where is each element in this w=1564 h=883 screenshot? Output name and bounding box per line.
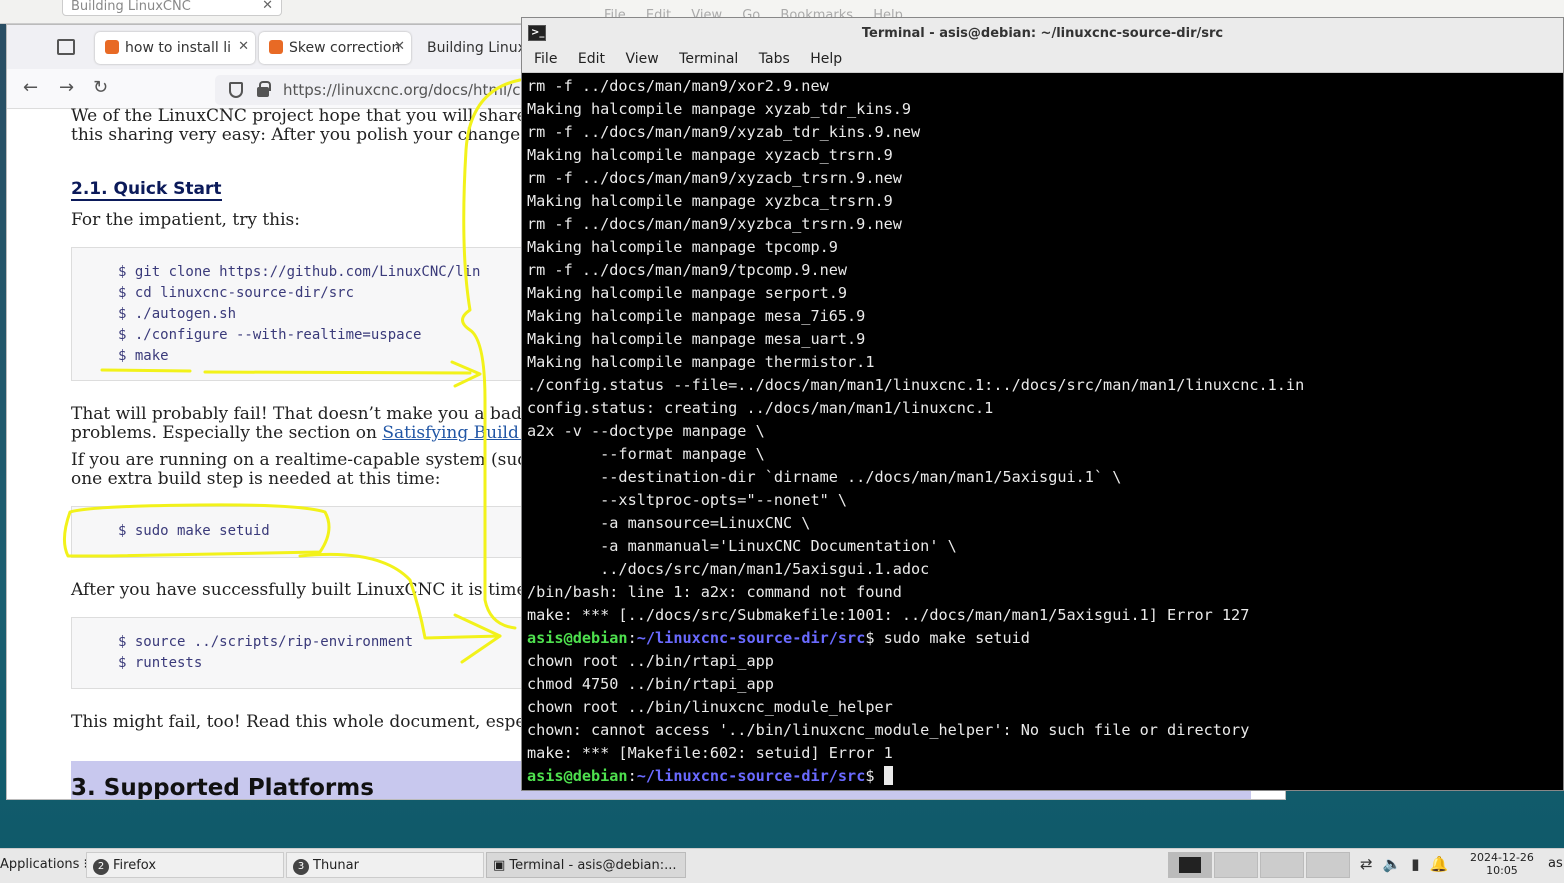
taskbar-terminal[interactable]: ▣ Terminal - asis@debian:... bbox=[486, 852, 686, 878]
menu-tabs[interactable]: Tabs bbox=[759, 51, 790, 67]
network-icon[interactable]: ⇄ bbox=[1360, 855, 1383, 873]
after-built-text: After you have successfully built LinuxC… bbox=[71, 580, 549, 600]
system-tray: ⇄🔈▮🔔 bbox=[1360, 855, 1458, 873]
realtime-text: If you are running on a realtime-capable… bbox=[71, 450, 554, 470]
close-icon[interactable]: ✕ bbox=[262, 0, 273, 13]
menu-help[interactable]: Help bbox=[810, 51, 842, 67]
realtime-text: one extra build step is needed at this t… bbox=[71, 469, 441, 489]
battery-icon[interactable]: ▮ bbox=[1411, 855, 1429, 873]
clock[interactable]: 2024-12-26 10:05 bbox=[1470, 851, 1534, 877]
output-line: --xsltproc-opts="--nonet" \ bbox=[527, 491, 848, 509]
close-icon[interactable]: ✕ bbox=[238, 39, 249, 54]
workspace-2[interactable] bbox=[1214, 852, 1258, 878]
prompt-user: asis@debian bbox=[527, 767, 628, 785]
lock-icon[interactable] bbox=[257, 81, 271, 97]
output-line: config.status: creating ../docs/man/man1… bbox=[527, 399, 994, 417]
user-menu[interactable]: as bbox=[1548, 856, 1563, 871]
terminal-menubar: File Edit View Terminal Tabs Help bbox=[522, 48, 1563, 73]
output-line: make: *** [Makefile:602: setuid] Error 1 bbox=[527, 744, 893, 762]
output-line: Making halcompile manpage xyzab_tdr_kins… bbox=[527, 100, 912, 118]
quick-start-heading[interactable]: 2.1. Quick Start bbox=[71, 179, 222, 201]
prompt-line: asis@debian:~/linuxcnc-source-dir/src$ s… bbox=[527, 629, 1030, 647]
fail-text: That will probably fail! That doesn’t ma… bbox=[71, 404, 557, 424]
output-line: -a mansource=LinuxCNC \ bbox=[527, 514, 811, 532]
output-line: rm -f ../docs/man/man9/xyzbca_trsrn.9.ne… bbox=[527, 215, 902, 233]
output-line: make: *** [../docs/src/Submakefile:1001:… bbox=[527, 606, 1250, 624]
output-line: -a manmanual='LinuxCNC Documentation' \ bbox=[527, 537, 957, 555]
output-line: Making halcompile manpage tpcomp.9 bbox=[527, 238, 838, 256]
forward-arrow-icon[interactable]: → bbox=[59, 77, 74, 98]
output-line: Making halcompile manpage xyzbca_trsrn.9 bbox=[527, 192, 893, 210]
output-line: rm -f ../docs/man/man9/xor2.9.new bbox=[527, 77, 829, 95]
menu-terminal[interactable]: Terminal bbox=[679, 51, 738, 67]
close-icon[interactable]: ✕ bbox=[394, 39, 405, 54]
prompt-path: ~/linuxcnc-source-dir/src bbox=[636, 767, 866, 785]
menu-edit[interactable]: Edit bbox=[578, 51, 605, 67]
terminal-icon: ▣ bbox=[493, 858, 510, 873]
terminal-window: >_ Terminal - asis@debian: ~/linuxcnc-so… bbox=[521, 17, 1564, 791]
output-line: ./config.status --file=../docs/man/man1/… bbox=[527, 376, 1305, 394]
intro-text: We of the LinuxCNC project hope that you… bbox=[71, 106, 552, 126]
terminal-titlebar[interactable]: >_ Terminal - asis@debian: ~/linuxcnc-so… bbox=[522, 18, 1563, 48]
prompt-path: ~/linuxcnc-source-dir/src bbox=[636, 629, 866, 647]
output-line: Making halcompile manpage thermistor.1 bbox=[527, 353, 875, 371]
thunar-icon: 3 bbox=[293, 859, 309, 875]
workspace-3[interactable] bbox=[1260, 852, 1304, 878]
terminal-output[interactable]: rm -f ../docs/man/man9/xor2.9.new Making… bbox=[527, 75, 1562, 789]
tab-skew-correction[interactable]: Skew correction ✕ bbox=[259, 32, 411, 64]
output-line: chown root ../bin/linuxcnc_module_helper bbox=[527, 698, 893, 716]
back-arrow-icon[interactable]: ← bbox=[23, 77, 38, 98]
tab-list-icon[interactable] bbox=[57, 39, 75, 55]
output-line: chown root ../bin/rtapi_app bbox=[527, 652, 774, 670]
output-line: chmod 4750 ../bin/rtapi_app bbox=[527, 675, 774, 693]
intro-text: this sharing very easy: After you polish… bbox=[71, 125, 553, 145]
menu-view[interactable]: View bbox=[625, 51, 658, 67]
impatient-text: For the impatient, try this: bbox=[71, 210, 301, 230]
output-line: --format manpage \ bbox=[527, 445, 765, 463]
prompt-line[interactable]: asis@debian:~/linuxcnc-source-dir/src$ bbox=[527, 765, 1562, 788]
output-line: /bin/bash: line 1: a2x: command not foun… bbox=[527, 583, 902, 601]
output-line: --destination-dir `dirname ../docs/man/m… bbox=[527, 468, 1122, 486]
text-cursor bbox=[883, 766, 893, 785]
output-line: chown: cannot access '../bin/linuxcnc_mo… bbox=[527, 721, 1250, 739]
notification-bell-icon[interactable]: 🔔 bbox=[1430, 855, 1459, 873]
joomla-icon bbox=[105, 40, 119, 54]
output-line: Making halcompile manpage serport.9 bbox=[527, 284, 848, 302]
fail-text: problems. Especially the section on Sati… bbox=[71, 423, 548, 443]
applications-menu[interactable]: Applications ⁝ bbox=[0, 852, 94, 878]
terminal-icon bbox=[1179, 857, 1201, 873]
shield-icon[interactable] bbox=[229, 82, 243, 98]
command-text: sudo make setuid bbox=[874, 629, 1030, 647]
tab-building-linuxcnc[interactable]: Building Linux bbox=[417, 32, 537, 64]
output-line: Making halcompile manpage xyzacb_trsrn.9 bbox=[527, 146, 893, 164]
output-line: Making halcompile manpage mesa_7i65.9 bbox=[527, 307, 866, 325]
reload-icon[interactable]: ↻ bbox=[93, 77, 108, 98]
clock-time: 10:05 bbox=[1486, 864, 1518, 877]
joomla-icon bbox=[269, 40, 283, 54]
tab-how-to-install[interactable]: how to install li ✕ bbox=[95, 32, 255, 64]
output-line: Making halcompile manpage mesa_uart.9 bbox=[527, 330, 866, 348]
might-fail-text: This might fail, too! Read this whole do… bbox=[71, 712, 551, 732]
workspace-1[interactable] bbox=[1168, 852, 1212, 878]
background-window: Building LinuxCNC ✕ bbox=[0, 0, 600, 24]
clock-date: 2024-12-26 bbox=[1470, 851, 1534, 864]
prompt-user: asis@debian bbox=[527, 629, 628, 647]
taskbar-thunar[interactable]: 3 Thunar bbox=[286, 852, 484, 878]
volume-icon[interactable]: 🔈 bbox=[1383, 855, 1412, 873]
menu-file[interactable]: File bbox=[534, 51, 557, 67]
output-line: rm -f ../docs/man/man9/xyzacb_trsrn.9.ne… bbox=[527, 169, 902, 187]
taskbar: Applications ⁝ 2 Firefox 3 Thunar ▣ Termin… bbox=[0, 848, 1564, 883]
background-tab[interactable]: Building LinuxCNC ✕ bbox=[62, 0, 282, 16]
output-line: rm -f ../docs/man/man9/tpcomp.9.new bbox=[527, 261, 848, 279]
workspace-4[interactable] bbox=[1306, 852, 1350, 878]
terminal-icon: >_ bbox=[528, 25, 546, 41]
taskbar-firefox[interactable]: 2 Firefox bbox=[86, 852, 284, 878]
output-line: ../docs/src/man/man1/5axisgui.1.adoc bbox=[527, 560, 930, 578]
firefox-icon: 2 bbox=[93, 859, 109, 875]
output-line: rm -f ../docs/man/man9/xyzab_tdr_kins.9.… bbox=[527, 123, 921, 141]
output-line: a2x -v --doctype manpage \ bbox=[527, 422, 765, 440]
